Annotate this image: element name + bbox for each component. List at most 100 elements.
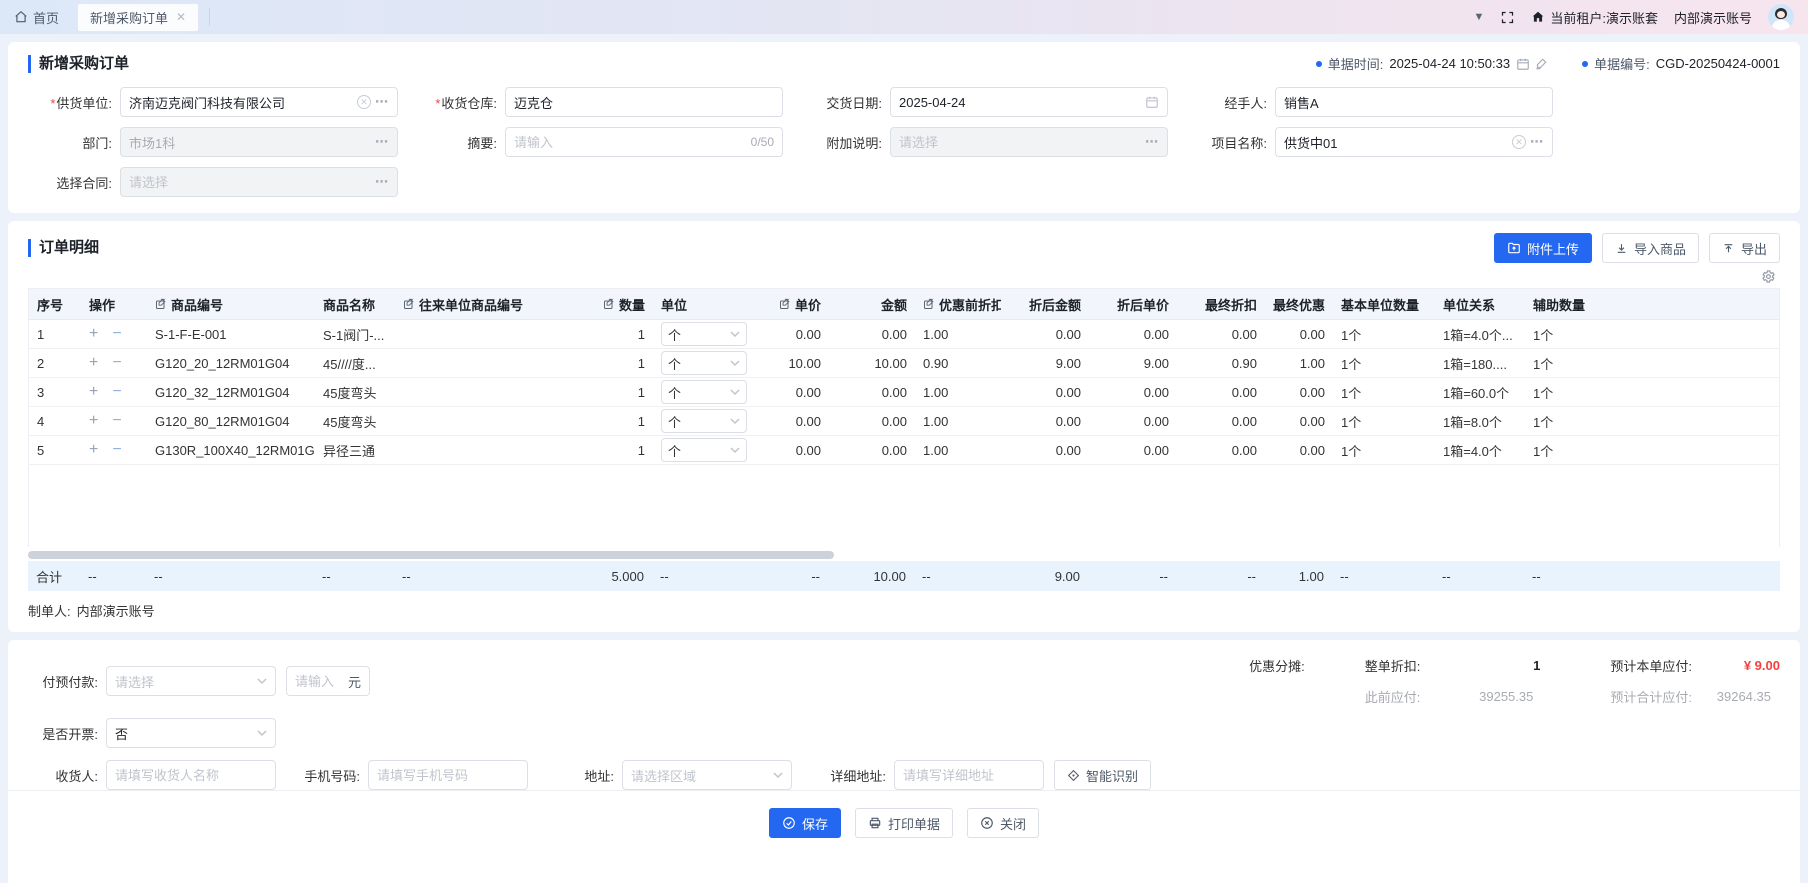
attachment-upload-label: 附件上传 — [1527, 239, 1579, 258]
column-header-10: 折后金额 — [1001, 289, 1089, 319]
home-tab-label: 首页 — [33, 8, 59, 27]
doc-time-value: 2025-04-24 10:50:33 — [1389, 56, 1510, 71]
clear-icon[interactable]: ✕ — [1512, 135, 1526, 149]
attachment-upload-button[interactable]: 附件上传 — [1494, 233, 1592, 263]
tab-close-icon[interactable]: ✕ — [176, 10, 186, 24]
more-icon[interactable]: ⋯ — [375, 134, 389, 150]
unit-select[interactable]: 个 — [661, 409, 747, 433]
phone-input[interactable] — [368, 760, 528, 790]
avatar[interactable] — [1768, 4, 1794, 30]
chevron-down-icon[interactable]: ▼ — [1473, 11, 1484, 23]
extra-note-input[interactable]: ⋯ — [890, 127, 1168, 157]
home-tab[interactable]: 首页 — [14, 8, 59, 27]
cell: 0.00 — [1001, 320, 1089, 348]
table-row: 4+−G120_80_12RM01G0445度弯头1个0.000.001.000… — [29, 407, 1779, 436]
cell: 5 — [29, 436, 81, 464]
column-header-0: 序号 — [29, 289, 81, 319]
total-cell: -- — [914, 562, 1000, 590]
more-icon[interactable]: ⋯ — [1530, 134, 1544, 150]
prepay-amount-input[interactable]: 元 — [286, 666, 370, 696]
receiver-input[interactable] — [106, 760, 276, 790]
edit-time-icon[interactable] — [1534, 57, 1548, 71]
table-empty-area — [28, 465, 1780, 547]
address-detail-input[interactable] — [894, 760, 1044, 790]
fullscreen-icon[interactable] — [1500, 10, 1515, 25]
remove-row-button[interactable]: − — [112, 383, 121, 401]
department-input[interactable]: ⋯ — [120, 127, 398, 157]
cell: 0.00 — [1089, 407, 1177, 435]
cell: S-1-F-E-001 — [147, 320, 315, 348]
warehouse-field: *收货仓库: — [413, 87, 798, 117]
unit-select[interactable]: 个 — [661, 351, 747, 375]
horizontal-scrollbar[interactable] — [28, 551, 1780, 559]
handler-label: 经手人: — [1183, 93, 1275, 112]
import-products-label: 导入商品 — [1634, 239, 1686, 258]
project-input[interactable]: ✕⋯ — [1275, 127, 1553, 157]
calendar-icon[interactable] — [1516, 57, 1530, 71]
cell: 0.00 — [1089, 436, 1177, 464]
more-icon[interactable]: ⋯ — [375, 94, 389, 110]
more-icon[interactable]: ⋯ — [1145, 134, 1159, 150]
add-row-button[interactable]: + — [89, 354, 98, 372]
warehouse-input[interactable] — [505, 87, 783, 117]
contract-label: 选择合同: — [28, 173, 120, 192]
row-actions-cell: +− — [81, 378, 147, 406]
whole-discount-value[interactable]: 1 — [1420, 658, 1540, 673]
calendar-icon[interactable] — [1145, 95, 1159, 109]
tab-new-purchase-order[interactable]: 新增采购订单 ✕ — [77, 3, 199, 32]
row-filler — [1605, 407, 1779, 435]
scrollbar-thumb[interactable] — [28, 551, 834, 559]
clear-icon[interactable]: ✕ — [357, 95, 371, 109]
add-row-button[interactable]: + — [89, 383, 98, 401]
unit-cell: 个 — [653, 320, 755, 348]
import-products-button[interactable]: 导入商品 — [1602, 233, 1699, 263]
account-name[interactable]: 内部演示账号 — [1674, 8, 1752, 27]
summary-input[interactable]: 0/50 — [505, 127, 783, 157]
smart-recognition-button[interactable]: 智能识别 — [1054, 760, 1151, 790]
cell: 1 — [567, 320, 653, 348]
cell: G120_80_12RM01G04 — [147, 407, 315, 435]
cell: G130R_100X40_12RM01G04 — [147, 436, 315, 464]
add-row-button[interactable]: + — [89, 412, 98, 430]
chevron-down-icon — [773, 772, 783, 779]
column-header-9: 优惠前折扣 — [915, 289, 1001, 319]
invoice-select[interactable]: 否 — [106, 718, 276, 748]
prepay-select[interactable]: 请选择 — [106, 666, 276, 696]
supplier-input[interactable]: ✕⋯ — [120, 87, 398, 117]
remove-row-button[interactable]: − — [112, 441, 121, 459]
address-region-select[interactable]: 请选择区域 — [622, 760, 792, 790]
handler-input[interactable] — [1275, 87, 1553, 117]
current-tenant[interactable]: 当前租户:演示账套 — [1531, 8, 1658, 27]
prepay-unit: 元 — [348, 672, 361, 691]
print-button[interactable]: 打印单据 — [855, 808, 953, 838]
column-header-5: 数量 — [567, 289, 653, 319]
column-header-2: 商品编号 — [147, 289, 315, 319]
more-icon[interactable]: ⋯ — [375, 174, 389, 190]
cell: 0.90 — [1177, 349, 1265, 377]
cell: G120_20_12RM01G04 — [147, 349, 315, 377]
remove-row-button[interactable]: − — [112, 325, 121, 343]
edit-column-icon — [403, 298, 415, 310]
cell — [395, 320, 567, 348]
contract-input[interactable]: ⋯ — [120, 167, 398, 197]
table-settings-gear-icon[interactable] — [1761, 269, 1776, 284]
close-button[interactable]: 关闭 — [967, 808, 1039, 838]
row-actions-cell: +− — [81, 349, 147, 377]
delivery-date-input[interactable] — [890, 87, 1168, 117]
grand-total-label: 预计合计应付: — [1610, 687, 1692, 706]
save-button[interactable]: 保存 — [769, 808, 841, 838]
extra-note-label: 附加说明: — [798, 133, 890, 152]
cell: 0.00 — [1265, 378, 1333, 406]
unit-select[interactable]: 个 — [661, 438, 747, 462]
remove-row-button[interactable]: − — [112, 412, 121, 430]
remove-row-button[interactable]: − — [112, 354, 121, 372]
add-row-button[interactable]: + — [89, 325, 98, 343]
add-row-button[interactable]: + — [89, 441, 98, 459]
column-header-14: 基本单位数量 — [1333, 289, 1435, 319]
unit-select[interactable]: 个 — [661, 322, 747, 346]
unit-select[interactable]: 个 — [661, 380, 747, 404]
table-row: 5+−G130R_100X40_12RM01G04异径三通1个0.000.001… — [29, 436, 1779, 465]
export-button[interactable]: 导出 — [1709, 233, 1780, 263]
supplier-field: *供货单位: ✕⋯ — [28, 87, 413, 117]
estimated-payable-label: 预计本单应付: — [1610, 656, 1692, 675]
